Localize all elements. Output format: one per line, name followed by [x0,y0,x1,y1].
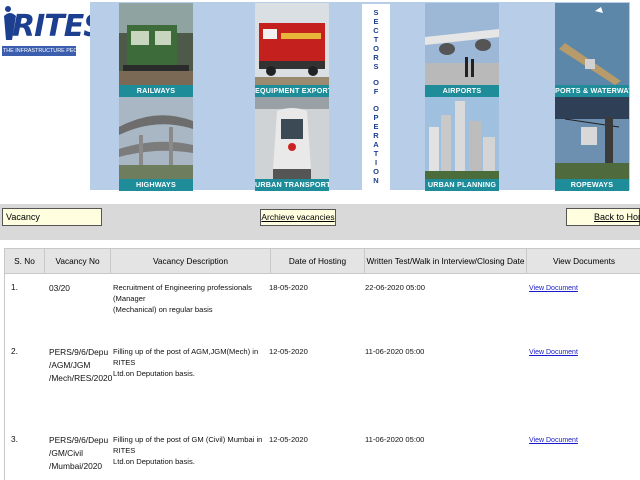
tile-railways[interactable]: RAILWAYS [119,3,193,97]
column-header-date-hosting: Date of Hosting [271,249,365,273]
row-vacancy-no: PERS/9/6/Depu /GM/Civil /Mumbai/2020 [49,434,111,473]
railways-photo [119,3,193,85]
description-line: Recruitment of Engineering professionals… [113,283,252,303]
page: RITES THE INFRASTRUCTURE PEOPLE RAILWAYS [0,0,640,480]
tile-urban-transport[interactable]: URBAN TRANSPORT [255,97,329,191]
highway-photo [119,97,193,179]
table-header: S. No Vacancy No Vacancy Description Dat… [5,248,640,274]
vacancy-no-line: /Mech/RES/2020 [49,373,113,383]
vertical-letter: O [373,78,379,87]
vertical-letter: A [373,140,379,149]
description-line: Filling up of the post of GM (Civil) Mum… [113,435,263,455]
row-closing-date: 11-06-2020 05:00 [365,435,425,444]
row-vacancy-no: 03/20 [49,282,111,295]
description-line: Ltd.on Deputation basis. [113,457,195,466]
vertical-letter: P [373,113,379,122]
tile-label: HIGHWAYS [119,179,193,191]
airport-photo [425,3,499,85]
row-doc-cell: View Document [529,434,578,446]
tile-label: ROPEWAYS [555,179,629,191]
vacancy-no-line: 03/20 [49,283,70,293]
row-date-hosting: 18-05-2020 [269,283,308,292]
description-line: Ltd.on Deputation basis. [113,369,195,378]
vertical-letter: F [373,87,379,96]
row-date-hosting: 12-05-2020 [269,347,308,356]
tile-label: PORTS & WATERWAYS [555,85,629,97]
tile-label: RAILWAYS [119,85,193,97]
column-header-view-documents: View Documents [552,256,616,266]
view-document-link[interactable]: View Document [529,437,578,444]
row-date-hosting: 12-05-2020 [269,435,308,444]
tile-ropeways[interactable]: ROPEWAYS [555,97,629,191]
archive-vacancies-button[interactable]: Archieve vacancies [260,209,336,226]
vertical-letter: N [373,176,379,185]
description-line: (Mechanical) on regular basis [113,305,213,314]
vertical-letter: R [373,131,379,140]
ropeway-photo [555,97,629,179]
view-document-link[interactable]: View Document [529,285,578,292]
row-sno: 3. [11,434,18,444]
vertical-word-of: OF [362,78,390,96]
vertical-letter: I [374,158,378,167]
tile-highways[interactable]: HIGHWAYS [119,97,193,191]
table-row: 3. PERS/9/6/Depu /GM/Civil /Mumbai/2020 … [5,428,640,480]
column-header-closing-date: Written Test/Walk in Interview/Closing D… [365,249,527,273]
vertical-letter: O [373,44,379,53]
row-description: Filling up of the post of GM (Civil) Mum… [113,434,271,467]
tile-ports-waterways[interactable]: PORTS & WATERWAYS [555,3,629,97]
rites-logo[interactable]: RITES THE INFRASTRUCTURE PEOPLE [0,2,105,58]
tile-urban-planning[interactable]: URBAN PLANNING [425,97,499,191]
table-row: 1. 03/20 Recruitment of Engineering prof… [5,274,640,336]
vacancy-no-line: /AGM/JGM [49,360,91,370]
row-doc-cell: View Document [529,282,578,294]
row-description: Filling up of the post of AGM,JGM(Mech) … [113,346,271,379]
row-closing-date: 22-06-2020 05:00 [365,283,425,292]
vertical-letter: S [373,62,379,71]
locomotive-photo [255,3,329,85]
vertical-letter: R [373,53,379,62]
tile-airports[interactable]: AIRPORTS [425,3,499,97]
vacancy-no-line: /Mumbai/2020 [49,461,103,471]
vertical-letter: S [373,8,379,17]
tile-label: URBAN PLANNING [425,179,499,191]
vertical-letter: E [373,17,379,26]
row-doc-cell: View Document [529,346,578,358]
vacancy-no-line: /GM/Civil [49,448,83,458]
column-header-description: Vacancy Description [111,249,271,273]
vacancy-no-line: PERS/9/6/Depu [49,435,109,445]
tile-label: URBAN TRANSPORT [255,179,329,191]
row-sno: 1. [11,282,18,292]
vacancy-label: Vacancy [2,208,102,226]
back-to-home-button[interactable]: Back to Home [566,208,640,226]
metro-photo [255,97,329,179]
row-sno: 2. [11,346,18,356]
table-row: 2. PERS/9/6/Depu /AGM/JGM /Mech/RES/2020… [5,340,640,426]
vertical-letter: C [373,26,379,35]
city-skyline-photo [425,97,499,179]
view-document-link[interactable]: View Document [529,349,578,356]
vacancy-table: S. No Vacancy No Vacancy Description Dat… [4,248,640,480]
row-description: Recruitment of Engineering professionals… [113,282,271,315]
vacancy-no-line: PERS/9/6/Depu [49,347,109,357]
column-header-sno: S. No [5,249,45,273]
sectors-of-operation-label: SECTORS OF OPERATION [362,4,390,190]
tile-label: AIRPORTS [425,85,499,97]
header-banner: RITES THE INFRASTRUCTURE PEOPLE RAILWAYS [0,0,640,192]
vertical-letter: O [373,167,379,176]
column-header-vacancy-no: Vacancy No [45,249,111,273]
vertical-letter: T [373,35,379,44]
vertical-letter: E [373,122,379,131]
vertical-word-sectors: SECTORS [362,8,390,71]
vertical-letter: T [373,149,379,158]
description-line: Filling up of the post of AGM,JGM(Mech) … [113,347,259,367]
vertical-letter: O [373,104,379,113]
logo-tagline: THE INFRASTRUCTURE PEOPLE [2,46,76,56]
row-vacancy-no: PERS/9/6/Depu /AGM/JGM /Mech/RES/2020 [49,346,113,385]
vertical-word-operation: OPERATION [362,104,390,185]
tile-label: EQUIPMENT EXPORT [255,85,329,97]
tile-equipment-export[interactable]: EQUIPMENT EXPORT [255,3,329,97]
port-photo [555,3,629,85]
row-closing-date: 11-06-2020 05:00 [365,347,425,356]
